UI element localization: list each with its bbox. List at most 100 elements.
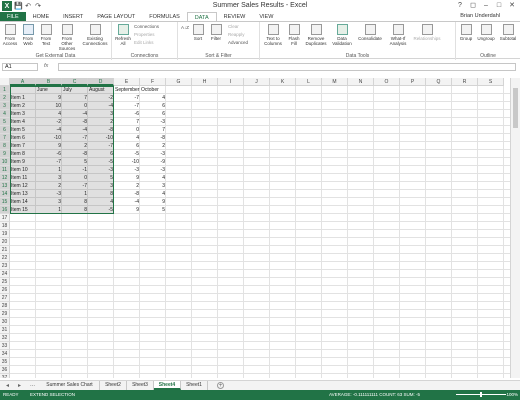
cell[interactable]: Item 4: [10, 118, 36, 126]
cell[interactable]: 8: [88, 190, 114, 198]
column-header-e[interactable]: E: [114, 78, 140, 86]
cell[interactable]: 2: [114, 182, 140, 190]
row-header[interactable]: 30: [0, 318, 10, 326]
remove-duplicates-button[interactable]: Remove Duplicates: [304, 24, 328, 46]
cell[interactable]: August: [88, 86, 114, 94]
fx-icon[interactable]: fx: [44, 63, 48, 69]
column-header-d[interactable]: D: [88, 78, 114, 86]
row-header[interactable]: 29: [0, 310, 10, 318]
column-header-s[interactable]: S: [478, 78, 504, 86]
cell[interactable]: -5: [88, 158, 114, 166]
cell[interactable]: 3: [88, 182, 114, 190]
row-header[interactable]: 27: [0, 294, 10, 302]
cell[interactable]: -10: [88, 134, 114, 142]
clear-link[interactable]: Clear: [228, 24, 239, 29]
cell[interactable]: -5: [88, 206, 114, 214]
sheet-tab-sheet2[interactable]: Sheet2: [100, 381, 127, 390]
row-header[interactable]: 6: [0, 126, 10, 134]
row-header[interactable]: 21: [0, 246, 10, 254]
cell[interactable]: 8: [62, 206, 88, 214]
sort-button[interactable]: Sort: [190, 24, 206, 41]
cell[interactable]: 7: [114, 118, 140, 126]
column-header-h[interactable]: H: [192, 78, 218, 86]
cell[interactable]: -4: [62, 110, 88, 118]
cell[interactable]: 3: [36, 174, 62, 182]
column-header-g[interactable]: G: [166, 78, 192, 86]
from-other-sources-button[interactable]: From Other Sources: [56, 24, 78, 51]
cell[interactable]: -4: [88, 102, 114, 110]
subtotal-button[interactable]: Subtotal: [498, 24, 518, 41]
row-header[interactable]: 18: [0, 222, 10, 230]
connections-link[interactable]: Connections: [134, 24, 159, 29]
cell[interactable]: 2: [140, 142, 166, 150]
cell[interactable]: Item 3: [10, 110, 36, 118]
cell[interactable]: -8: [62, 150, 88, 158]
cell[interactable]: -7: [88, 142, 114, 150]
column-header-b[interactable]: B: [36, 78, 62, 86]
cell[interactable]: Item 1: [10, 94, 36, 102]
text-to-columns-button[interactable]: Text to Columns: [262, 24, 284, 46]
sheet-more-icon[interactable]: ...: [30, 382, 35, 388]
row-header[interactable]: 16: [0, 206, 10, 214]
cell[interactable]: -3: [140, 166, 166, 174]
cell[interactable]: 6: [140, 102, 166, 110]
cell[interactable]: 5: [88, 174, 114, 182]
sheet-prev-icon[interactable]: ◂: [6, 382, 9, 389]
cell[interactable]: 3: [36, 198, 62, 206]
cell[interactable]: 9: [114, 206, 140, 214]
cell[interactable]: 0: [62, 174, 88, 182]
cell[interactable]: Item 11: [10, 174, 36, 182]
row-header[interactable]: 2: [0, 94, 10, 102]
cell[interactable]: July: [62, 86, 88, 94]
status-summary[interactable]: AVERAGE: -0.111111111 COUNT: 63 SUM: -5: [329, 390, 420, 400]
cell[interactable]: -6: [114, 110, 140, 118]
help-icon[interactable]: ?: [454, 0, 466, 11]
worksheet-grid[interactable]: A B C D E F G H I J K L M N O P Q R S 1 2 3 4 5 6 7 8 9 10 11 12 13 14 15…: [0, 78, 510, 378]
cell[interactable]: -3: [140, 150, 166, 158]
cell[interactable]: -4: [114, 198, 140, 206]
cell[interactable]: -3: [88, 166, 114, 174]
cell[interactable]: October: [140, 86, 166, 94]
cell[interactable]: 6: [88, 150, 114, 158]
from-text-button[interactable]: From Text: [38, 24, 54, 46]
cell[interactable]: 3: [140, 182, 166, 190]
cell[interactable]: -8: [62, 118, 88, 126]
cell[interactable]: 1: [62, 190, 88, 198]
formula-input[interactable]: [58, 63, 516, 71]
row-header[interactable]: 23: [0, 262, 10, 270]
row-header[interactable]: 19: [0, 230, 10, 238]
cell[interactable]: -6: [36, 150, 62, 158]
close-button[interactable]: ✕: [506, 0, 518, 11]
row-header[interactable]: 31: [0, 326, 10, 334]
cell[interactable]: 4: [88, 198, 114, 206]
cell[interactable]: -4: [62, 126, 88, 134]
reapply-link[interactable]: Reapply: [228, 32, 245, 37]
refresh-all-button[interactable]: Refresh All: [115, 24, 131, 46]
cell[interactable]: Item 12: [10, 182, 36, 190]
cell[interactable]: -3: [36, 190, 62, 198]
cell[interactable]: 2: [62, 142, 88, 150]
cell[interactable]: 1: [36, 206, 62, 214]
cell[interactable]: 8: [62, 198, 88, 206]
sheet-tab-sheet4[interactable]: Sheet4: [154, 381, 181, 390]
cell[interactable]: -4: [36, 126, 62, 134]
column-header-o[interactable]: O: [374, 78, 400, 86]
cell[interactable]: -7: [36, 158, 62, 166]
cell[interactable]: 7: [140, 126, 166, 134]
cell[interactable]: Item 6: [10, 134, 36, 142]
row-header[interactable]: 28: [0, 302, 10, 310]
column-header-n[interactable]: N: [348, 78, 374, 86]
cell[interactable]: -7: [62, 182, 88, 190]
cell[interactable]: 6: [140, 110, 166, 118]
group-button[interactable]: Group: [458, 24, 474, 41]
sheet-next-icon[interactable]: ▸: [18, 382, 21, 389]
row-header[interactable]: 7: [0, 134, 10, 142]
cell[interactable]: Item 14: [10, 198, 36, 206]
relationships-button[interactable]: Relationships: [412, 24, 442, 41]
column-header-r[interactable]: R: [452, 78, 478, 86]
cell[interactable]: Item 15: [10, 206, 36, 214]
row-header[interactable]: 25: [0, 278, 10, 286]
row-header[interactable]: 11: [0, 166, 10, 174]
sheet-tab-sheet1[interactable]: Sheet1: [181, 381, 208, 390]
name-box[interactable]: A1: [2, 63, 38, 71]
